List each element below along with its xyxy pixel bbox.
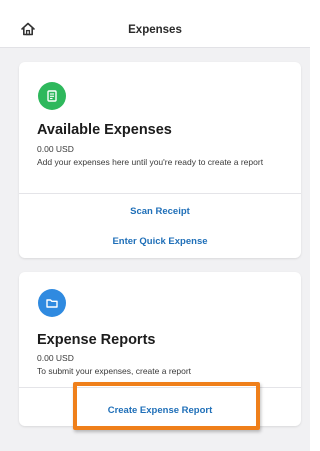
expense-reports-description: To submit your expenses, create a report — [37, 366, 192, 376]
available-expenses-card: Available Expenses 0.00 USD Add your exp… — [19, 62, 301, 258]
expenses-screen: Expenses Available Expenses 0.00 USD Add… — [0, 0, 310, 451]
top-bar: Expenses — [0, 0, 310, 48]
receipt-icon — [38, 82, 66, 110]
highlight-annotation — [73, 382, 260, 430]
divider — [19, 193, 301, 194]
expense-reports-amount: 0.00 USD — [37, 353, 74, 363]
available-expenses-description: Add your expenses here until you're read… — [37, 157, 264, 167]
page-title: Expenses — [128, 24, 182, 36]
available-expenses-title: Available Expenses — [37, 122, 172, 138]
folder-icon — [38, 289, 66, 317]
enter-quick-expense-button[interactable]: Enter Quick Expense — [19, 236, 301, 247]
available-expenses-amount: 0.00 USD — [37, 144, 74, 154]
scan-receipt-button[interactable]: Scan Receipt — [19, 206, 301, 217]
expense-reports-title: Expense Reports — [37, 332, 156, 348]
